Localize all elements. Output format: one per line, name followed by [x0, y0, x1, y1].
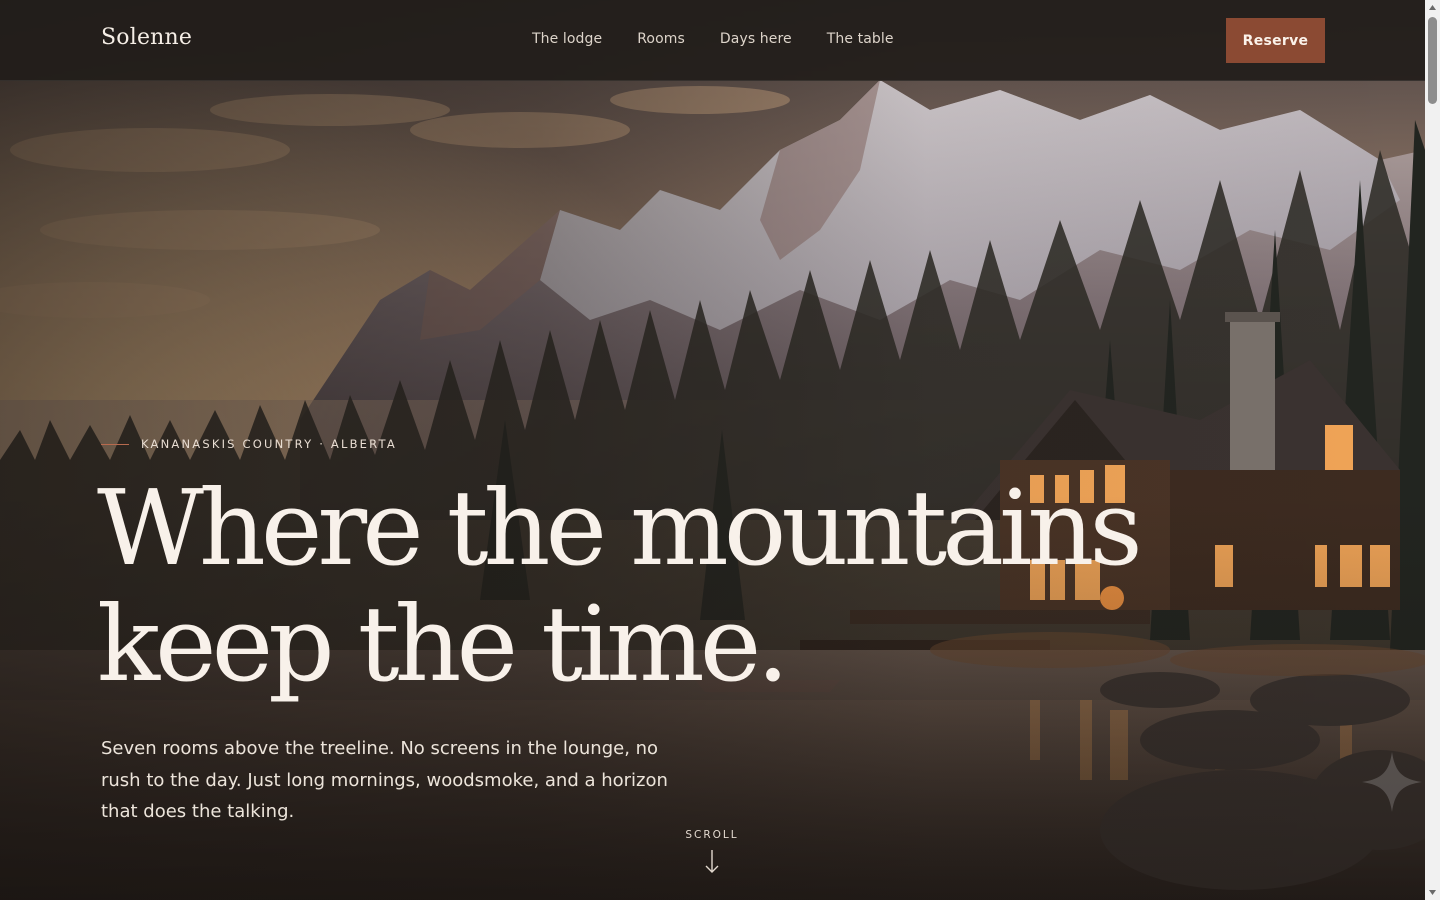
main-nav: The lodge Rooms Days here The table [532, 31, 894, 47]
hero-headline: Where the mountains keep the time. [97, 467, 1143, 705]
location-label: KANANASKIS COUNTRY · ALBERTA [141, 437, 397, 451]
nav-link-days-here[interactable]: Days here [720, 31, 792, 47]
page-scrollbar[interactable] [1425, 0, 1440, 900]
scroll-down-icon[interactable] [1428, 888, 1437, 897]
eyebrow-rule [101, 443, 129, 445]
nav-link-rooms[interactable]: Rooms [637, 31, 685, 47]
headline-line-2: keep the time. [97, 583, 789, 705]
location-eyebrow: KANANASKIS COUNTRY · ALBERTA [101, 437, 397, 451]
page: Solenne The lodge Rooms Days here The ta… [0, 0, 1425, 900]
headline-line-1: Where the mountains [97, 467, 1143, 589]
nav-link-lodge[interactable]: The lodge [532, 31, 602, 47]
hero-lede: Seven rooms above the treeline. No scree… [101, 738, 668, 822]
brand-logo[interactable]: Solenne [101, 25, 192, 50]
site-header: Solenne The lodge Rooms Days here The ta… [0, 0, 1425, 81]
scroll-cue[interactable]: SCROLL [672, 829, 752, 875]
nav-link-the-table[interactable]: The table [827, 31, 894, 47]
scroll-up-icon[interactable] [1428, 3, 1437, 12]
scrollbar-thumb[interactable] [1428, 17, 1437, 104]
arrow-down-icon [705, 850, 719, 873]
sparkle-icon [1362, 752, 1422, 812]
reserve-button[interactable]: Reserve [1226, 18, 1325, 63]
scroll-label: SCROLL [685, 829, 739, 841]
